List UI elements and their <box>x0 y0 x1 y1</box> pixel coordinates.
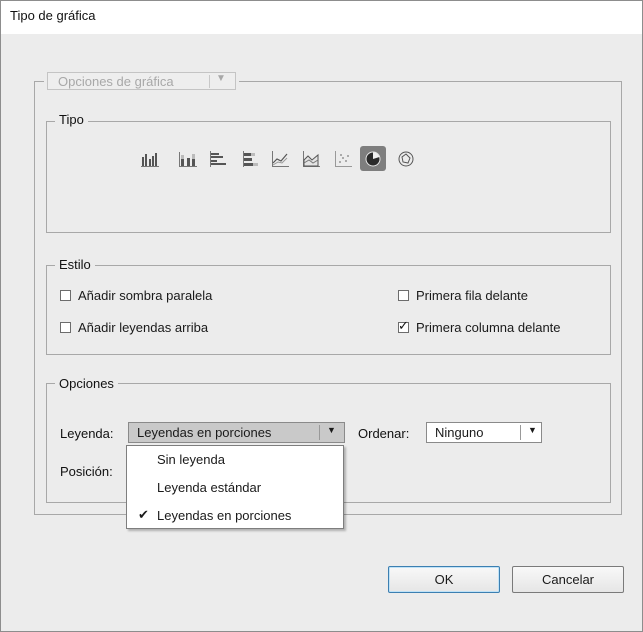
ordenar-label: Ordenar: <box>358 426 410 441</box>
add-drop-shadow-label: Añadir sombra paralela <box>78 288 213 303</box>
first-column-front-label: Primera columna delante <box>416 320 561 335</box>
menu-item-leyendas-en-porciones[interactable]: ✔ Leyendas en porciones <box>127 504 343 528</box>
ordenar-dropdown-value: Ninguno <box>435 425 484 440</box>
menu-item-label: Leyenda estándar <box>157 480 262 495</box>
first-row-front-checkbox[interactable]: Primera fila delante <box>398 288 528 303</box>
chevron-down-icon: ▼ <box>216 73 226 84</box>
menu-item-sin-leyenda[interactable]: Sin leyenda <box>127 448 343 472</box>
checkbox-box[interactable] <box>60 322 71 333</box>
add-legend-top-label: Añadir leyendas arriba <box>78 320 209 335</box>
ordenar-dropdown[interactable]: Ninguno ▼ <box>426 422 542 443</box>
radar-chart-icon[interactable] <box>394 148 418 170</box>
chevron-down-icon: ▼ <box>327 425 336 435</box>
opciones-legend: Opciones <box>55 376 118 391</box>
scatter-chart-icon[interactable] <box>331 148 355 170</box>
add-legend-top-checkbox[interactable]: Añadir leyendas arriba <box>60 320 208 335</box>
chevron-down-icon: ▼ <box>528 425 537 435</box>
tipo-group <box>46 121 611 233</box>
leyenda-dropdown-value: Leyendas en porciones <box>137 425 272 440</box>
menu-item-leyenda-estandar[interactable]: Leyenda estándar <box>127 476 343 500</box>
pie-chart-icon[interactable] <box>360 146 386 171</box>
title-bar: Tipo de gráfica <box>1 1 642 34</box>
tipo-legend: Tipo <box>55 112 88 127</box>
add-drop-shadow-checkbox[interactable]: Añadir sombra paralela <box>60 288 212 303</box>
stacked-column-icon[interactable] <box>176 148 200 170</box>
options-selector-value: Opciones de gráfica <box>58 74 174 89</box>
estilo-group <box>46 265 611 355</box>
grouped-column-icon[interactable] <box>138 148 162 170</box>
window-title: Tipo de gráfica <box>10 8 96 23</box>
dropdown-separator <box>520 425 521 440</box>
dropdown-separator <box>209 75 210 88</box>
check-icon: ✔ <box>138 507 149 522</box>
line-chart-icon[interactable] <box>268 148 292 170</box>
chart-type-dialog: Tipo de gráfica Opciones de gráfica ▼ Ti… <box>0 0 643 632</box>
cancel-button[interactable]: Cancelar <box>512 566 624 593</box>
dropdown-separator <box>319 425 320 440</box>
checkbox-box[interactable] <box>60 290 71 301</box>
first-column-front-checkbox[interactable]: Primera columna delante <box>398 318 561 335</box>
leyenda-dropdown[interactable]: Leyendas en porciones ▼ <box>128 422 345 443</box>
posicion-label: Posición: <box>60 464 113 479</box>
stacked-bar-icon[interactable] <box>239 148 263 170</box>
options-selector-legend: Opciones de gráfica ▼ <box>44 71 239 91</box>
ok-button[interactable]: OK <box>388 566 500 593</box>
menu-item-label: Leyendas en porciones <box>157 508 292 523</box>
estilo-legend: Estilo <box>55 257 95 272</box>
grouped-bar-icon[interactable] <box>206 148 230 170</box>
menu-item-label: Sin leyenda <box>157 452 225 467</box>
first-row-front-label: Primera fila delante <box>416 288 528 303</box>
leyenda-label: Leyenda: <box>60 426 114 441</box>
area-chart-icon[interactable] <box>299 148 323 170</box>
checkbox-box[interactable] <box>398 290 409 301</box>
checkbox-box-checked[interactable] <box>398 318 409 334</box>
options-selector-dropdown[interactable]: Opciones de gráfica ▼ <box>47 72 236 90</box>
leyenda-dropdown-menu: Sin leyenda Leyenda estándar ✔ Leyendas … <box>126 445 344 529</box>
